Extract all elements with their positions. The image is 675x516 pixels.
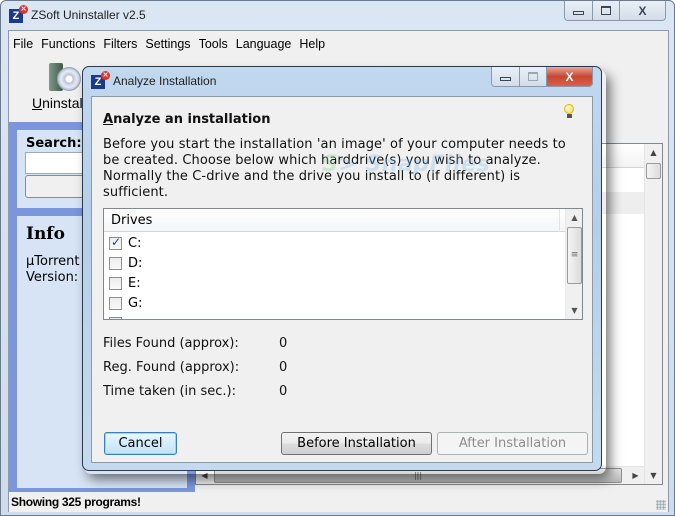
drives-list[interactable]: Drives C: D: E: G: ▲ (103, 208, 583, 320)
scroll-down-icon[interactable]: ▼ (645, 467, 662, 484)
status-bar: Showing 325 programs! (9, 492, 668, 512)
dialog-close-button[interactable]: X (546, 67, 592, 86)
dialog-maximize-button (519, 67, 546, 86)
close-icon: X (565, 69, 574, 84)
drive-e-checkbox[interactable] (109, 276, 122, 290)
drive-c-checkbox[interactable] (109, 235, 122, 250)
status-text: Showing 325 programs! (11, 495, 141, 509)
after-installation-button: After Installation (437, 432, 588, 455)
programs-vertical-scrollbar[interactable]: ▲ ▼ (644, 144, 662, 484)
drive-item-c[interactable]: C: (109, 233, 141, 253)
drives-column-header[interactable]: Drives (111, 213, 152, 228)
minimize-icon (573, 11, 584, 15)
dialog-title-bar: Z ✕ Analyze Installation (91, 71, 217, 89)
close-button[interactable]: X (619, 1, 665, 20)
files-found-label: Files Found (approx): (103, 336, 239, 351)
menu-file[interactable]: File (9, 35, 37, 53)
reg-found-value: 0 (279, 360, 288, 375)
cancel-button[interactable]: Cancel (104, 432, 177, 455)
time-taken-value: 0 (279, 384, 288, 399)
uninstall-disc-icon (47, 61, 81, 93)
resize-grip[interactable] (656, 500, 666, 510)
drive-d-label: D: (128, 255, 143, 271)
dialog-caption-buttons: X (491, 67, 593, 87)
dialog-minimize-button[interactable] (492, 67, 519, 86)
drives-scroll-up-icon[interactable]: ▲ (566, 209, 582, 226)
maximize-button[interactable] (592, 1, 619, 20)
maximize-icon (528, 72, 538, 81)
minimize-button[interactable] (565, 1, 592, 20)
menu-filters[interactable]: Filters (99, 35, 141, 53)
search-label: Search: (26, 136, 82, 151)
menu-bar: File Functions Filters Settings Tools La… (9, 35, 329, 53)
drives-list-header: Drives (104, 209, 566, 232)
drive-c-label: C: (128, 235, 142, 251)
analyze-installation-dialog: Z ✕ Analyze Installation X Analyze an ins… (82, 66, 602, 471)
drives-vertical-scrollbar[interactable]: ▲ ≡ ▼ (565, 209, 582, 319)
drive-g-checkbox[interactable] (109, 296, 122, 310)
menu-tools[interactable]: Tools (195, 35, 232, 53)
time-taken-label: Time taken (in sec.): (103, 384, 237, 399)
drive-d-checkbox[interactable] (109, 256, 122, 270)
dialog-heading: Analyze an installation (103, 112, 271, 127)
minimize-icon (500, 77, 511, 81)
info-version-label: Version: (26, 270, 79, 285)
info-heading: Info (26, 224, 65, 244)
scroll-up-icon[interactable]: ▲ (645, 144, 662, 161)
close-icon: X (638, 3, 647, 18)
drive-item-g[interactable]: G: (109, 293, 142, 313)
lightbulb-icon (564, 104, 574, 120)
menu-settings[interactable]: Settings (141, 35, 194, 53)
dialog-title: Analyze Installation (113, 74, 217, 88)
main-caption-buttons: X (564, 1, 666, 21)
menu-functions[interactable]: Functions (37, 35, 99, 53)
app-icon: Z ✕ (9, 5, 28, 23)
drives-scroll-down-icon[interactable]: ▼ (566, 302, 582, 319)
menu-language[interactable]: Language (232, 35, 296, 53)
drive-item-partial[interactable] (109, 313, 128, 319)
drive-partial-checkbox[interactable] (109, 316, 122, 319)
drive-e-label: E: (128, 275, 141, 291)
maximize-icon (601, 6, 611, 15)
scroll-thumb[interactable] (646, 163, 661, 179)
dialog-app-icon: Z ✕ (91, 71, 110, 89)
reg-found-label: Reg. Found (approx): (103, 360, 240, 375)
drive-g-label: G: (128, 295, 143, 311)
main-title-bar: Z ✕ ZSoft Uninstaller v2.5 (9, 5, 146, 24)
drive-item-d[interactable]: D: (109, 253, 142, 273)
column-separator (559, 209, 560, 232)
files-found-value: 0 (279, 336, 288, 351)
before-installation-button[interactable]: Before Installation (281, 432, 432, 455)
scroll-right-icon[interactable]: ▶ (627, 467, 644, 484)
snapfiles-watermark: S> SnapFiles (322, 152, 491, 177)
drive-item-e[interactable]: E: (109, 273, 141, 293)
info-app-name: µTorrent (26, 254, 80, 269)
drives-scroll-thumb[interactable]: ≡ (567, 227, 582, 284)
menu-help[interactable]: Help (295, 35, 329, 53)
window-title: ZSoft Uninstaller v2.5 (31, 8, 146, 22)
